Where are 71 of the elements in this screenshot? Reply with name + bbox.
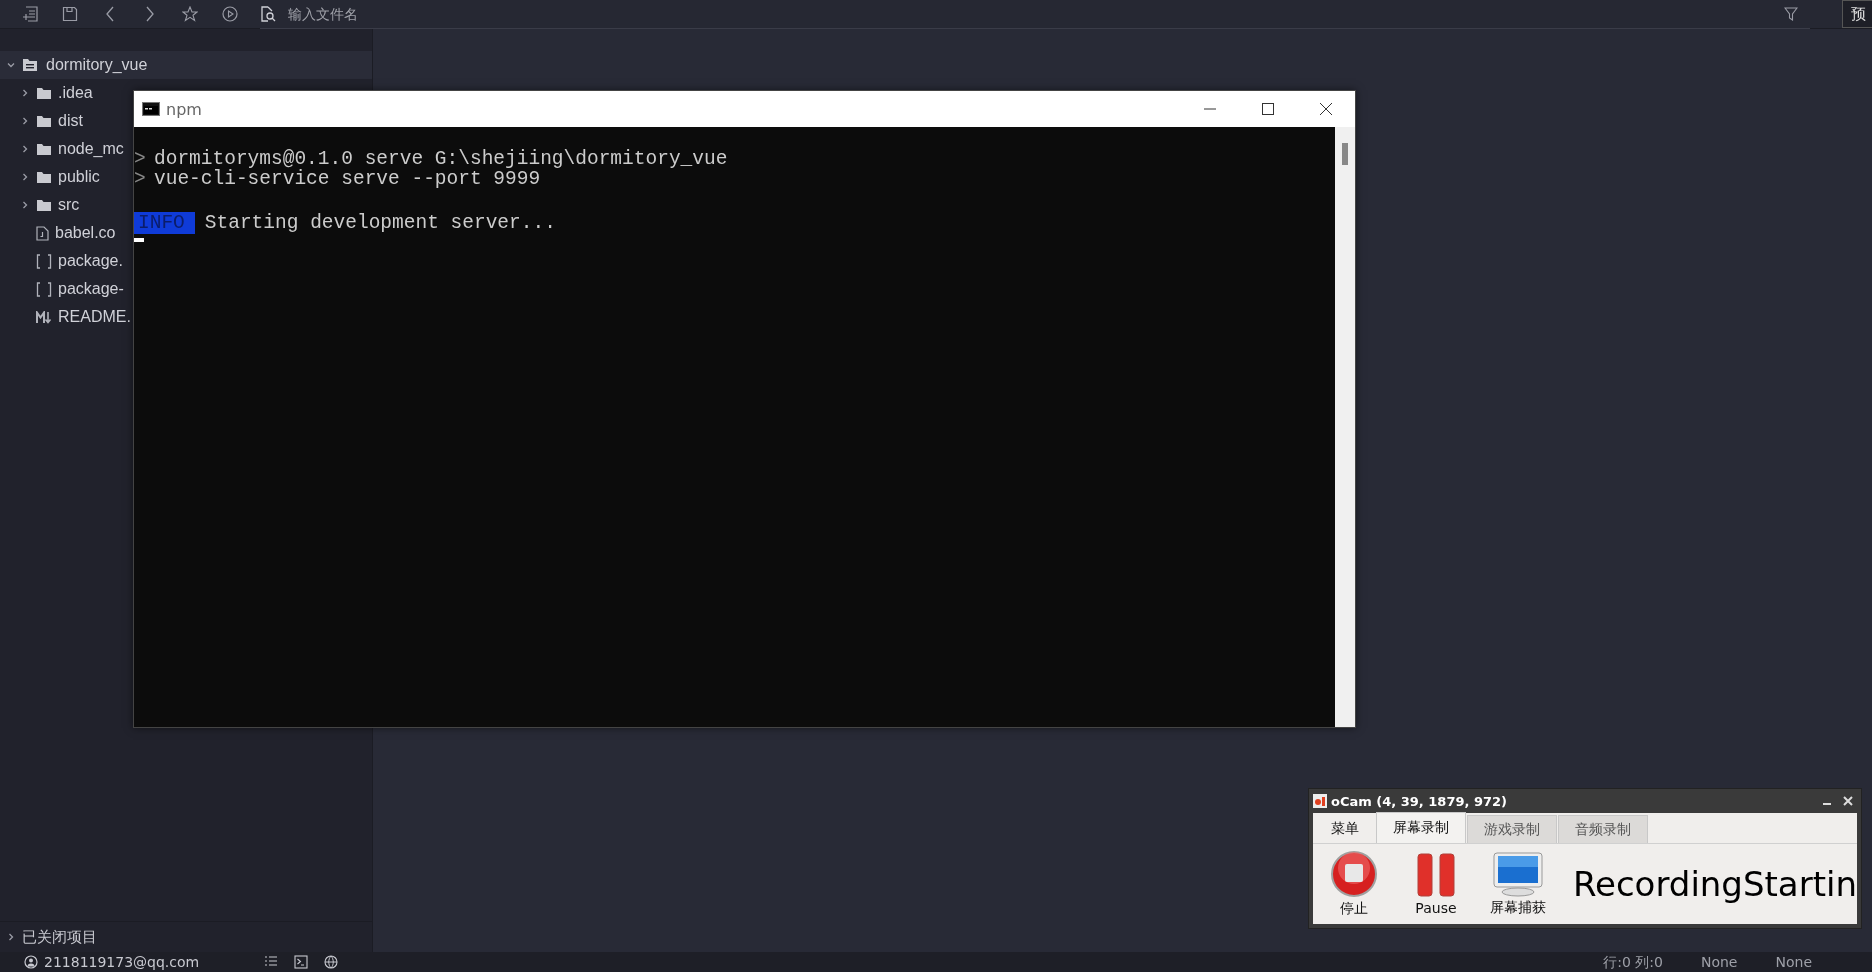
chevron-right-icon[interactable] bbox=[20, 116, 30, 126]
tree-item[interactable]: .idea bbox=[58, 84, 93, 102]
folder-icon bbox=[36, 198, 52, 212]
save-icon[interactable] bbox=[62, 6, 78, 22]
encoding-label[interactable]: None bbox=[1700, 952, 1738, 972]
tree-item[interactable]: src bbox=[58, 196, 80, 214]
terminal-line: vue-cli-service serve --port 9999 bbox=[154, 169, 541, 189]
tab[interactable]: 游戏录制 bbox=[1467, 815, 1557, 843]
capture-button[interactable]: 屏幕捕获 bbox=[1476, 851, 1559, 917]
text-cursor bbox=[134, 238, 144, 242]
stop-icon bbox=[1330, 850, 1378, 898]
tree-item[interactable]: node_mc bbox=[58, 140, 124, 158]
user-icon[interactable] bbox=[24, 955, 38, 969]
chevron-right-icon[interactable] bbox=[6, 932, 16, 942]
tab[interactable]: 屏幕录制 bbox=[1376, 812, 1466, 843]
terminal-line: dormitoryms@0.1.0 serve G:\shejiing\dormitory_vue bbox=[154, 149, 728, 169]
file-search-icon bbox=[260, 5, 276, 22]
tree-item[interactable]: dormitory_vue bbox=[46, 56, 148, 74]
list-icon[interactable] bbox=[264, 955, 278, 969]
file-search-field[interactable]: 输入文件名 bbox=[286, 4, 590, 23]
globe-icon[interactable] bbox=[324, 955, 340, 969]
chevron-right-icon[interactable] bbox=[20, 172, 30, 182]
chevron-right-icon[interactable] bbox=[20, 200, 30, 210]
folder-icon bbox=[36, 142, 52, 156]
line-ending-label[interactable]: None bbox=[1775, 952, 1812, 972]
chevron-down-icon[interactable] bbox=[6, 60, 16, 70]
folder-icon bbox=[22, 58, 38, 72]
maximize-icon[interactable] bbox=[1262, 103, 1274, 115]
markdown-icon bbox=[36, 310, 52, 324]
console-icon bbox=[142, 102, 160, 116]
tab[interactable]: 菜单 bbox=[1315, 815, 1375, 843]
terminal-line: Starting development server... bbox=[204, 213, 556, 233]
pause-icon bbox=[1415, 852, 1456, 898]
chevron-right-icon[interactable] bbox=[20, 88, 30, 98]
closed-projects-label[interactable]: 已关闭项目 bbox=[22, 927, 97, 947]
filter-icon[interactable] bbox=[1784, 6, 1798, 21]
window-title: npm bbox=[166, 99, 202, 119]
folder-icon bbox=[36, 86, 52, 100]
pause-button[interactable]: Pause bbox=[1394, 852, 1477, 916]
info-tag: INFO bbox=[134, 212, 195, 234]
folder-icon bbox=[36, 170, 52, 184]
forward-icon[interactable] bbox=[145, 6, 155, 22]
star-icon[interactable] bbox=[182, 6, 198, 22]
brackets-icon bbox=[36, 281, 52, 297]
tree-item[interactable]: dist bbox=[58, 112, 83, 130]
play-icon[interactable] bbox=[222, 6, 238, 22]
prompt-marker: > bbox=[134, 149, 147, 169]
prompt-marker: > bbox=[134, 169, 147, 189]
app-icon bbox=[1313, 794, 1327, 808]
account-email[interactable]: 2118119173@qq.com bbox=[44, 952, 200, 972]
tab[interactable]: 音频录制 bbox=[1558, 815, 1648, 843]
tree-item[interactable]: package- bbox=[58, 280, 124, 298]
stop-button[interactable]: 停止 bbox=[1313, 850, 1395, 918]
folder-icon bbox=[36, 114, 52, 128]
window-title: oCam (4, 39, 1879, 972) bbox=[1331, 793, 1508, 809]
back-icon[interactable] bbox=[105, 6, 115, 22]
tree-item[interactable]: package. bbox=[58, 252, 123, 270]
recording-status: RecordingStartin bbox=[1572, 864, 1857, 904]
brackets-icon bbox=[36, 253, 52, 269]
scrollbar-thumb[interactable] bbox=[1342, 143, 1348, 165]
tree-item[interactable]: README. bbox=[58, 308, 131, 326]
terminal-icon[interactable] bbox=[294, 955, 308, 969]
close-icon[interactable] bbox=[1320, 103, 1332, 115]
tree-item[interactable]: babel.co bbox=[55, 224, 116, 242]
tree-item[interactable]: public bbox=[58, 168, 100, 186]
chevron-right-icon[interactable] bbox=[20, 144, 30, 154]
monitor-icon bbox=[1491, 851, 1544, 897]
preview-button[interactable]: 预 bbox=[1842, 0, 1872, 28]
new-file-icon[interactable] bbox=[22, 6, 38, 22]
file-icon bbox=[36, 225, 49, 241]
cursor-position: 行:0 列:0 bbox=[1603, 953, 1663, 972]
